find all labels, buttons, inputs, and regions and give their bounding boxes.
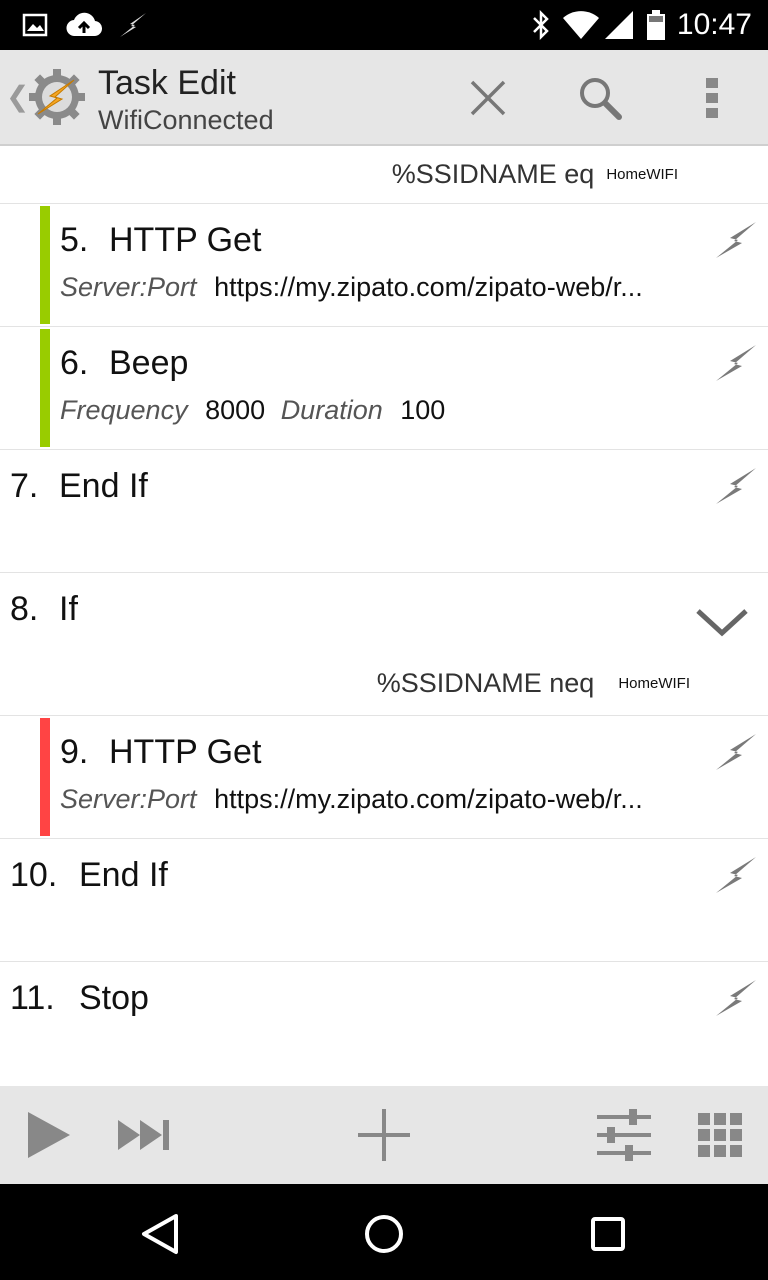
action-row[interactable]: 8. If %SSIDNAME neq HomeWIFI [0,573,768,716]
status-bar: 10:47 [0,0,768,50]
action-args: Server:Port https://my.zipato.com/zipato… [60,270,710,304]
tasker-app-icon[interactable] [26,66,88,128]
bolt-icon[interactable] [714,341,758,385]
action-name: HTTP Get [109,221,262,259]
action-args: Frequency 8000 Duration 100 [60,393,710,427]
arg-key: Server:Port [60,272,197,302]
action-row[interactable]: 10. End If [0,839,768,962]
action-row[interactable]: 9. HTTP Get Server:Port https://my.zipat… [0,716,768,839]
cell-signal-icon [604,8,634,42]
sliders-icon[interactable] [592,1104,656,1166]
task-name: WifiConnected [98,105,274,135]
action-name: Beep [109,344,189,382]
arg-value: https://my.zipato.com/zipato-web/r... [214,784,643,814]
indent-bar [40,329,50,447]
arg-value: https://my.zipato.com/zipato-web/r... [214,272,643,302]
action-bar: ❮ Task Edit WifiConnected [0,50,768,146]
action-name: If [59,590,78,628]
if-condition: %SSIDNAME neq HomeWIFI [377,655,690,711]
action-number: 10. [10,856,58,894]
action-name: End If [79,856,168,894]
image-icon [22,8,48,42]
action-number: 6. [60,344,89,382]
condition-row[interactable]: %SSIDNAME eq HomeWIFI [0,146,768,204]
action-number: 8. [10,590,39,628]
navigation-bar [0,1184,768,1280]
play-icon[interactable] [16,1104,80,1166]
action-row[interactable]: 6. Beep Frequency 8000 Duration 100 [0,327,768,450]
bolt-icon[interactable] [714,464,758,508]
if-condition: %SSIDNAME eq HomeWIFI [392,146,678,202]
action-number: 7. [10,467,39,505]
bolt-icon[interactable] [714,853,758,897]
search-icon[interactable] [570,70,630,126]
bolt-icon[interactable] [714,976,758,1020]
skip-forward-icon[interactable] [112,1104,176,1166]
action-name: End If [59,467,148,505]
recents-square-icon[interactable] [582,1208,634,1260]
battery-icon [646,8,666,42]
condition-expression: %SSIDNAME neq [376,667,595,698]
wifi-icon [562,8,600,42]
arg-key: Frequency [60,395,188,425]
action-name: Stop [79,979,149,1017]
arg-key: Server:Port [60,784,197,814]
arg-key: Duration [280,395,383,425]
bolt-icon[interactable] [714,730,758,774]
page-title: Task Edit [98,64,236,102]
close-icon[interactable] [458,70,518,126]
home-circle-icon[interactable] [358,1208,410,1260]
action-args: Server:Port https://my.zipato.com/zipato… [60,782,710,816]
status-time: 10:47 [676,8,752,41]
indent-bar [40,718,50,836]
action-number: 5. [60,221,89,259]
indent-bar [40,206,50,324]
bolt-icon[interactable] [714,218,758,262]
condition-expression: %SSIDNAME eq [391,158,595,189]
chevron-down-icon[interactable] [694,605,750,639]
arg-value: 100 [400,395,446,425]
tasker-bolt-icon [118,8,148,42]
add-icon[interactable] [352,1104,416,1166]
grid-icon[interactable] [688,1104,752,1166]
action-row[interactable]: 7. End If [0,450,768,573]
condition-value: HomeWIFI [618,674,690,692]
back-triangle-icon[interactable] [134,1208,186,1260]
action-row[interactable]: 5. HTTP Get Server:Port https://my.zipat… [0,204,768,327]
action-row[interactable]: 11. Stop [0,962,768,1084]
arg-value: 8000 [205,395,266,425]
action-number: 11. [10,979,55,1017]
overflow-menu-icon[interactable] [682,70,742,126]
cloud-upload-icon [66,8,102,42]
action-name: HTTP Get [109,733,262,771]
bluetooth-icon [530,8,552,42]
bottom-toolbar [0,1086,768,1184]
condition-value: HomeWIFI [606,165,678,183]
action-list[interactable]: %SSIDNAME eq HomeWIFI 5. HTTP Get Server… [0,146,768,1086]
action-number: 9. [60,733,89,771]
